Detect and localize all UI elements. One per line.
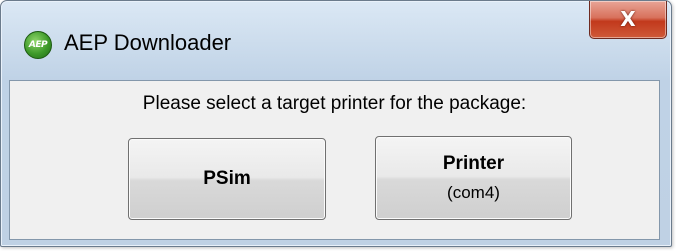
app-icon-text: AEP — [28, 40, 48, 50]
dialog-window: AEP AEP Downloader X Please select a tar… — [0, 0, 672, 247]
window-title: AEP Downloader — [64, 30, 232, 55]
prompt-text: Please select a target printer for the p… — [142, 93, 527, 114]
close-button[interactable]: X — [589, 1, 667, 39]
title-bar[interactable]: AEP AEP Downloader X — [1, 1, 671, 81]
close-icon: X — [620, 6, 636, 31]
printer-button[interactable]: Printer (com4) — [375, 136, 572, 220]
printer-button-label: Printer — [442, 153, 505, 174]
printer-port-label: (com4) — [447, 183, 500, 202]
psim-button[interactable]: PSim — [128, 138, 326, 220]
aep-app-icon: AEP — [24, 31, 52, 59]
psim-button-label: PSim — [203, 168, 251, 189]
dialog-body: Please select a target printer for the p… — [9, 80, 660, 240]
